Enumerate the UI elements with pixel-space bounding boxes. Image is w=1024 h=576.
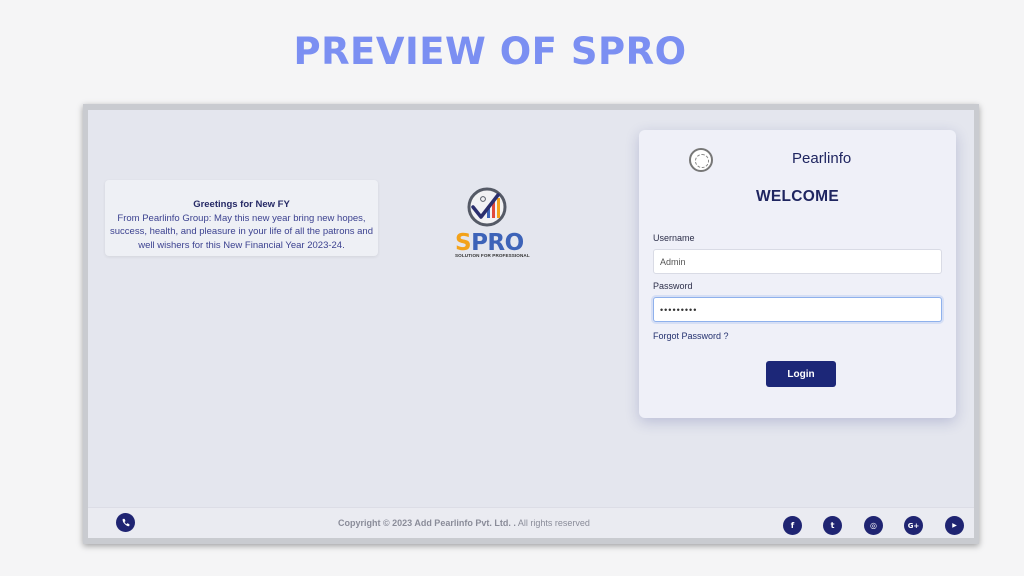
instagram-icon[interactable]: ◎ xyxy=(864,516,883,535)
login-screen: Greetings for New FY From Pearlinfo Grou… xyxy=(88,110,974,538)
youtube-icon[interactable]: ▶ xyxy=(945,516,964,535)
password-label: Password xyxy=(653,281,693,291)
copyright-rest: All rights reserved xyxy=(515,518,590,528)
phone-icon[interactable] xyxy=(116,513,135,532)
facebook-icon[interactable]: f xyxy=(783,516,802,535)
greeting-card: Greetings for New FY From Pearlinfo Grou… xyxy=(105,180,378,256)
forgot-password-link[interactable]: Forgot Password ? xyxy=(653,331,729,341)
phone-glyph xyxy=(122,518,130,527)
password-input[interactable] xyxy=(653,297,942,322)
copyright-text: Copyright © 2023 Add Pearlinfo Pvt. Ltd.… xyxy=(338,518,590,528)
login-button[interactable]: Login xyxy=(766,361,836,387)
checkmark-chart-icon xyxy=(467,187,507,227)
pearl-logo-icon xyxy=(689,148,713,172)
google-plus-icon[interactable]: G+ xyxy=(904,516,923,535)
brand-name: Pearlinfo xyxy=(792,150,852,167)
greeting-body: From Pearlinfo Group: May this new year … xyxy=(110,212,373,251)
slide-title: PREVIEW OF SPRO xyxy=(293,30,687,73)
twitter-icon[interactable]: t xyxy=(823,516,842,535)
username-input[interactable] xyxy=(653,249,942,274)
greeting-title: Greetings for New FY xyxy=(193,199,290,210)
spro-tagline: SOLUTION FOR PROFESSIONAL xyxy=(455,253,530,258)
copyright-bold: Copyright © 2023 Add Pearlinfo Pvt. Ltd.… xyxy=(338,518,516,528)
footer: Copyright © 2023 Add Pearlinfo Pvt. Ltd.… xyxy=(88,507,974,538)
login-card: Pearlinfo WELCOME Username Password Forg… xyxy=(639,130,956,418)
username-label: Username xyxy=(653,233,695,243)
spro-logo: SPRO SOLUTION FOR PROFESSIONAL xyxy=(451,186,541,261)
welcome-heading: WELCOME xyxy=(755,188,840,205)
